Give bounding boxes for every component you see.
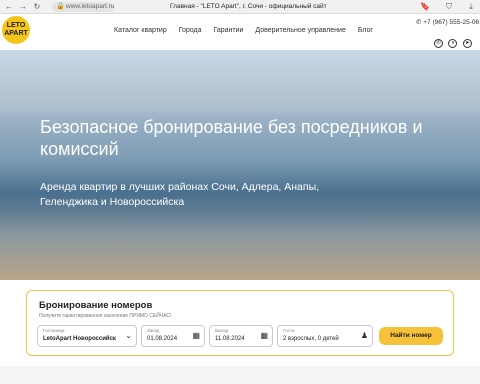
tab-title: Главная - "LETO Apart", г. Сочи - официа…	[170, 3, 327, 10]
checkin-value: 01.08.2024	[147, 336, 178, 342]
back-icon[interactable]: ←	[4, 2, 14, 12]
hero-subtitle: Аренда квартир в лучших районах Сочи, Ад…	[40, 181, 320, 208]
address-text: www.letoapart.ru	[66, 3, 115, 10]
person-icon: ♟	[360, 331, 368, 340]
hero-title: Безопасное бронирование без посредников …	[40, 117, 423, 159]
whatsapp-icon[interactable]: ✆	[434, 39, 443, 48]
calendar-icon: ▦	[260, 331, 268, 340]
address-bar[interactable]: 🔒 www.letoapart.ru	[52, 2, 114, 12]
checkout-value: 11.08.2024	[215, 336, 245, 342]
page-footer-strip	[0, 366, 480, 384]
hotel-select[interactable]: Гостиница LetoApart Новороссийск ⌄	[37, 325, 137, 347]
checkout-label: Выезд	[215, 328, 229, 333]
nav-blog[interactable]: Блог	[358, 27, 373, 34]
logo[interactable]: LETO APART	[2, 16, 30, 44]
reload-icon[interactable]: ↻	[32, 2, 42, 12]
nav-catalog[interactable]: Каталог квартир	[114, 27, 167, 34]
site-header: LETO APART Каталог квартир Города Гарант…	[0, 14, 480, 66]
hotel-label: Гостиница	[43, 328, 65, 333]
checkin-label: Заезд	[147, 328, 160, 333]
calendar-icon: ▦	[192, 331, 200, 340]
checkout-field[interactable]: Выезд 11.08.2024 ▦	[209, 325, 273, 347]
browser-toolbar: ← → ↻ 🔒 www.letoapart.ru Главная - "LETO…	[0, 0, 480, 14]
main-nav: Каталог квартир Города Гарантии Доверите…	[114, 27, 383, 34]
download-icon[interactable]: ⤓	[466, 2, 476, 12]
checkin-field[interactable]: Заезд 01.08.2024 ▦	[141, 325, 205, 347]
logo-text: LETO APART	[4, 22, 28, 37]
phone-icon: ✆	[416, 19, 422, 26]
nav-trust-management[interactable]: Доверительное управление	[255, 27, 345, 34]
guests-label: Гости	[283, 328, 295, 333]
phone[interactable]: ✆ +7 (967) 555-25-06	[416, 18, 479, 26]
forward-icon[interactable]: →	[18, 2, 28, 12]
guests-field[interactable]: Гости 2 взрослых, 0 детей ♟	[277, 325, 373, 347]
booking-form: Бронирование номеров Получите гарантиров…	[26, 290, 454, 356]
find-room-button[interactable]: Найти номер	[379, 327, 443, 345]
telegram-icon[interactable]: ➤	[462, 39, 472, 48]
nav-guarantees[interactable]: Гарантии	[213, 27, 243, 34]
hero-banner: Безопасное бронирование без посредников …	[0, 50, 480, 280]
bookmark-icon[interactable]: 🔖	[420, 2, 430, 12]
shield-icon[interactable]: ⛉	[444, 2, 454, 12]
vk-icon[interactable]: v	[448, 39, 458, 48]
nav-cities[interactable]: Города	[179, 27, 202, 34]
chevron-down-icon: ⌄	[125, 331, 132, 340]
hotel-value: LetoApart Новороссийск	[43, 336, 116, 342]
phone-number: +7 (967) 555-25-06	[423, 19, 480, 26]
lock-icon: 🔒	[56, 3, 65, 10]
booking-note: Получите гарантированное заселение ПРЯМО…	[39, 313, 172, 319]
booking-title: Бронирование номеров	[39, 300, 153, 311]
guests-value: 2 взрослых, 0 детей	[283, 336, 339, 342]
